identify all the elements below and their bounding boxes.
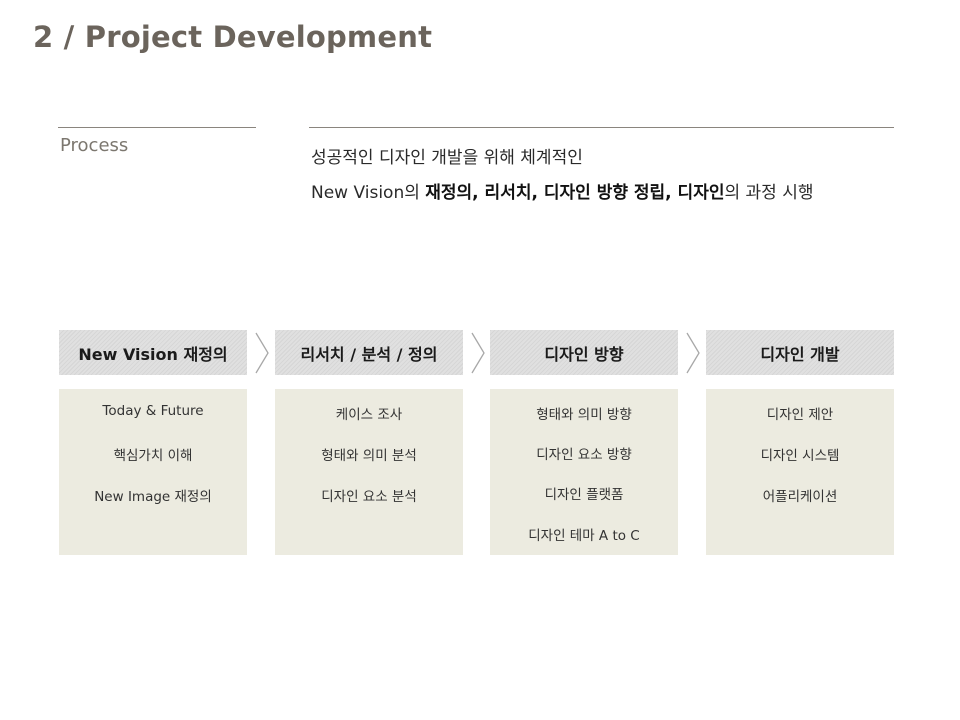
stage-item: 디자인 제안 [766, 407, 834, 423]
stage-item: 디자인 요소 방향 [536, 447, 632, 463]
stage-item: Today & Future [102, 403, 204, 419]
process-divider-left [58, 127, 256, 128]
stage-item: 형태와 의미 분석 [321, 448, 417, 464]
stage-item: New Image 재정의 [94, 489, 212, 505]
description-emphasis: 재정의, 리서치, 디자인 방향 정립, 디자인 [425, 183, 725, 203]
stage-header-research: 리서치 / 분석 / 정의 [275, 330, 463, 375]
chevron-right-icon [471, 332, 485, 374]
stage-item: 디자인 시스템 [760, 448, 840, 464]
description-line-2: New Vision의 재정의, 리서치, 디자인 방향 정립, 디자인의 과정… [311, 178, 814, 203]
stage-body-new-vision: Today & Future 핵심가치 이해 New Image 재정의 [59, 389, 247, 555]
stage-body-design-development: 디자인 제안 디자인 시스템 어플리케이션 [706, 389, 894, 555]
stage-header-new-vision: New Vision 재정의 [59, 330, 247, 375]
stage-item: 케이스 조사 [335, 407, 403, 423]
chevron-right-icon [255, 332, 269, 374]
description-text: 의 과정 시행 [724, 183, 814, 203]
stage-item: 핵심가치 이해 [113, 448, 193, 464]
stage-item: 디자인 플랫폼 [544, 487, 624, 503]
stage-item: 형태와 의미 방향 [536, 407, 632, 423]
process-label: Process [60, 135, 129, 156]
description-text: New Vision의 [311, 183, 426, 203]
stage-item: 디자인 테마 A to C [528, 528, 640, 544]
description-line-1: 성공적인 디자인 개발을 위해 체계적인 [311, 148, 583, 168]
process-divider-right [309, 127, 894, 128]
page-title: 2 / Project Development [33, 20, 433, 54]
stage-item: 디자인 요소 분석 [321, 489, 417, 505]
stage-header-design-development: 디자인 개발 [706, 330, 894, 375]
stage-item: 어플리케이션 [762, 489, 838, 505]
stage-body-design-direction: 형태와 의미 방향 디자인 요소 방향 디자인 플랫폼 디자인 테마 A to … [490, 389, 678, 555]
stage-header-design-direction: 디자인 방향 [490, 330, 678, 375]
chevron-right-icon [686, 332, 700, 374]
stage-body-research: 케이스 조사 형태와 의미 분석 디자인 요소 분석 [275, 389, 463, 555]
